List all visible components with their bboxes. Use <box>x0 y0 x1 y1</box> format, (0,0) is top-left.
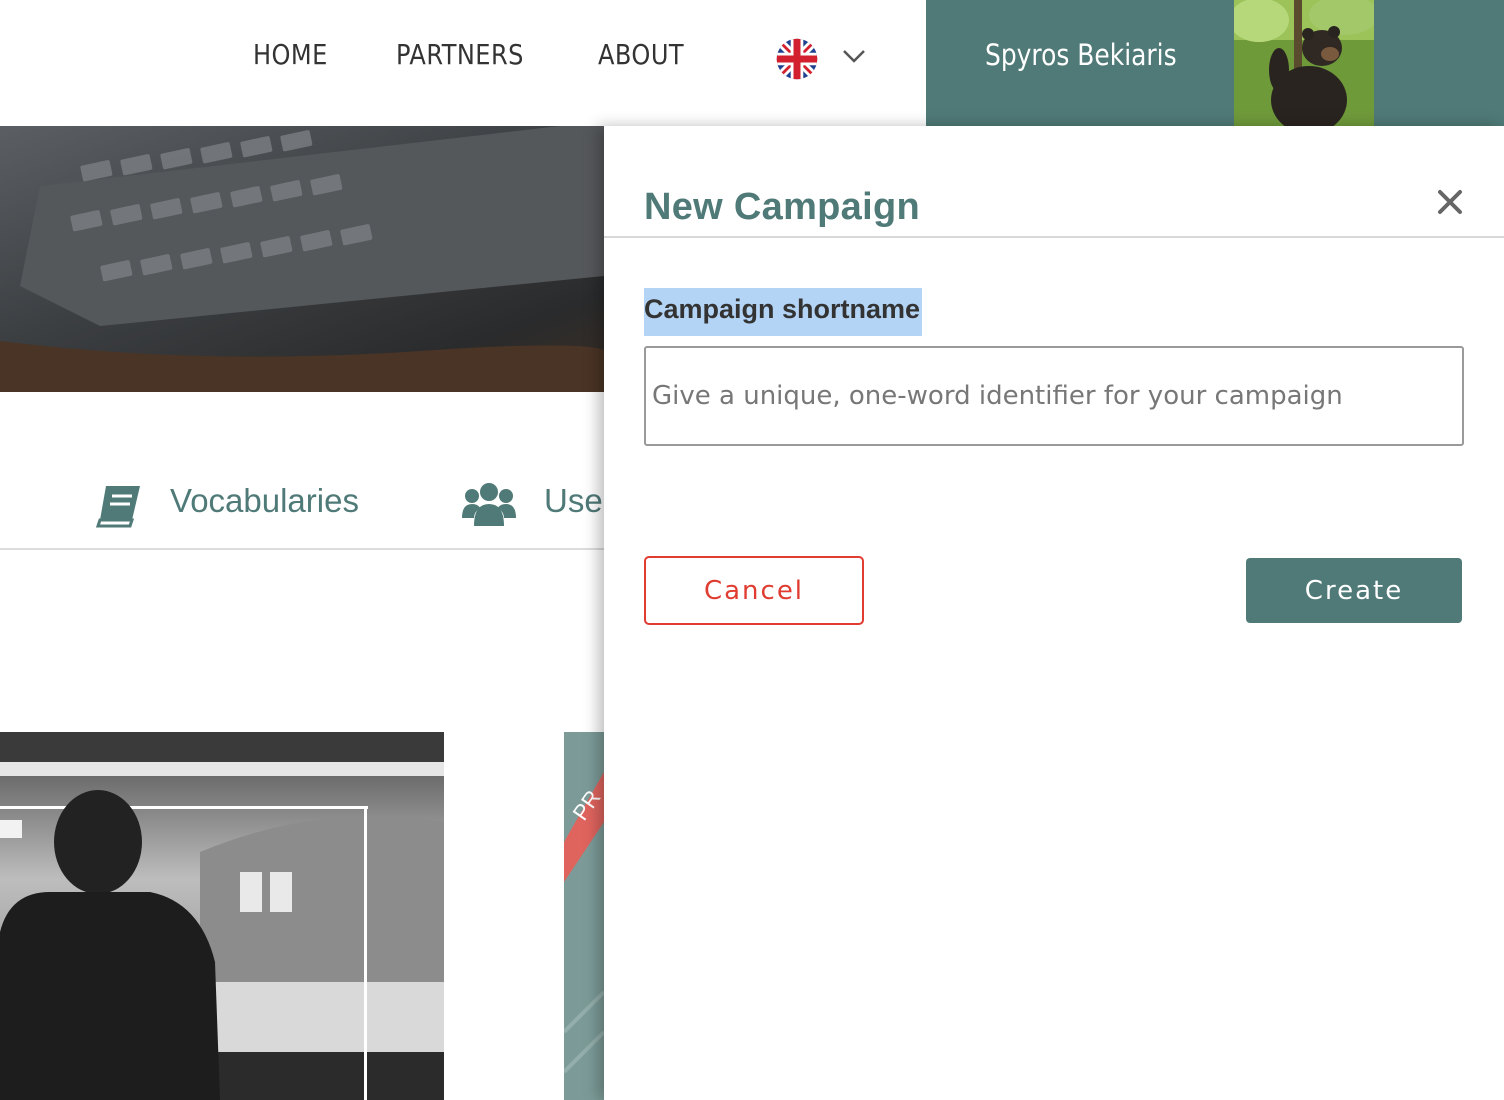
campaign-card-promo[interactable]: PR <box>564 732 604 1100</box>
tab-vocabularies[interactable]: Vocabularies <box>96 480 396 530</box>
uk-flag-icon <box>776 38 818 80</box>
nav-home-link[interactable]: HOME <box>253 38 328 71</box>
new-campaign-panel: New Campaign Campaign shortname Cancel C… <box>604 126 1504 1100</box>
book-icon <box>96 486 140 528</box>
panel-title: New Campaign <box>644 186 920 228</box>
create-button[interactable]: Create <box>1246 558 1462 623</box>
campaign-card-image[interactable] <box>0 732 444 1100</box>
section-tabs: Vocabularies User <box>0 470 614 550</box>
user-name: Spyros Bekiaris <box>985 38 1177 72</box>
users-icon <box>462 483 516 526</box>
tab-vocabularies-label: Vocabularies <box>170 482 359 519</box>
close-icon <box>1438 190 1462 214</box>
hero-banner-image <box>0 126 604 392</box>
campaign-shortname-label: Campaign shortname <box>644 288 923 336</box>
top-navigation: HOME PARTNERS ABOUT Spyros Bekiaris <box>0 0 1504 126</box>
user-menu[interactable]: Spyros Bekiaris <box>926 0 1504 126</box>
close-button[interactable] <box>1434 186 1466 218</box>
nav-about-link[interactable]: ABOUT <box>598 38 684 71</box>
panel-divider <box>604 236 1504 238</box>
language-selector[interactable] <box>776 38 872 80</box>
nav-partners-link[interactable]: PARTNERS <box>396 38 524 71</box>
campaign-shortname-input[interactable] <box>644 346 1464 446</box>
chevron-down-icon <box>843 50 865 63</box>
avatar <box>1234 0 1374 126</box>
cancel-button[interactable]: Cancel <box>644 556 864 625</box>
